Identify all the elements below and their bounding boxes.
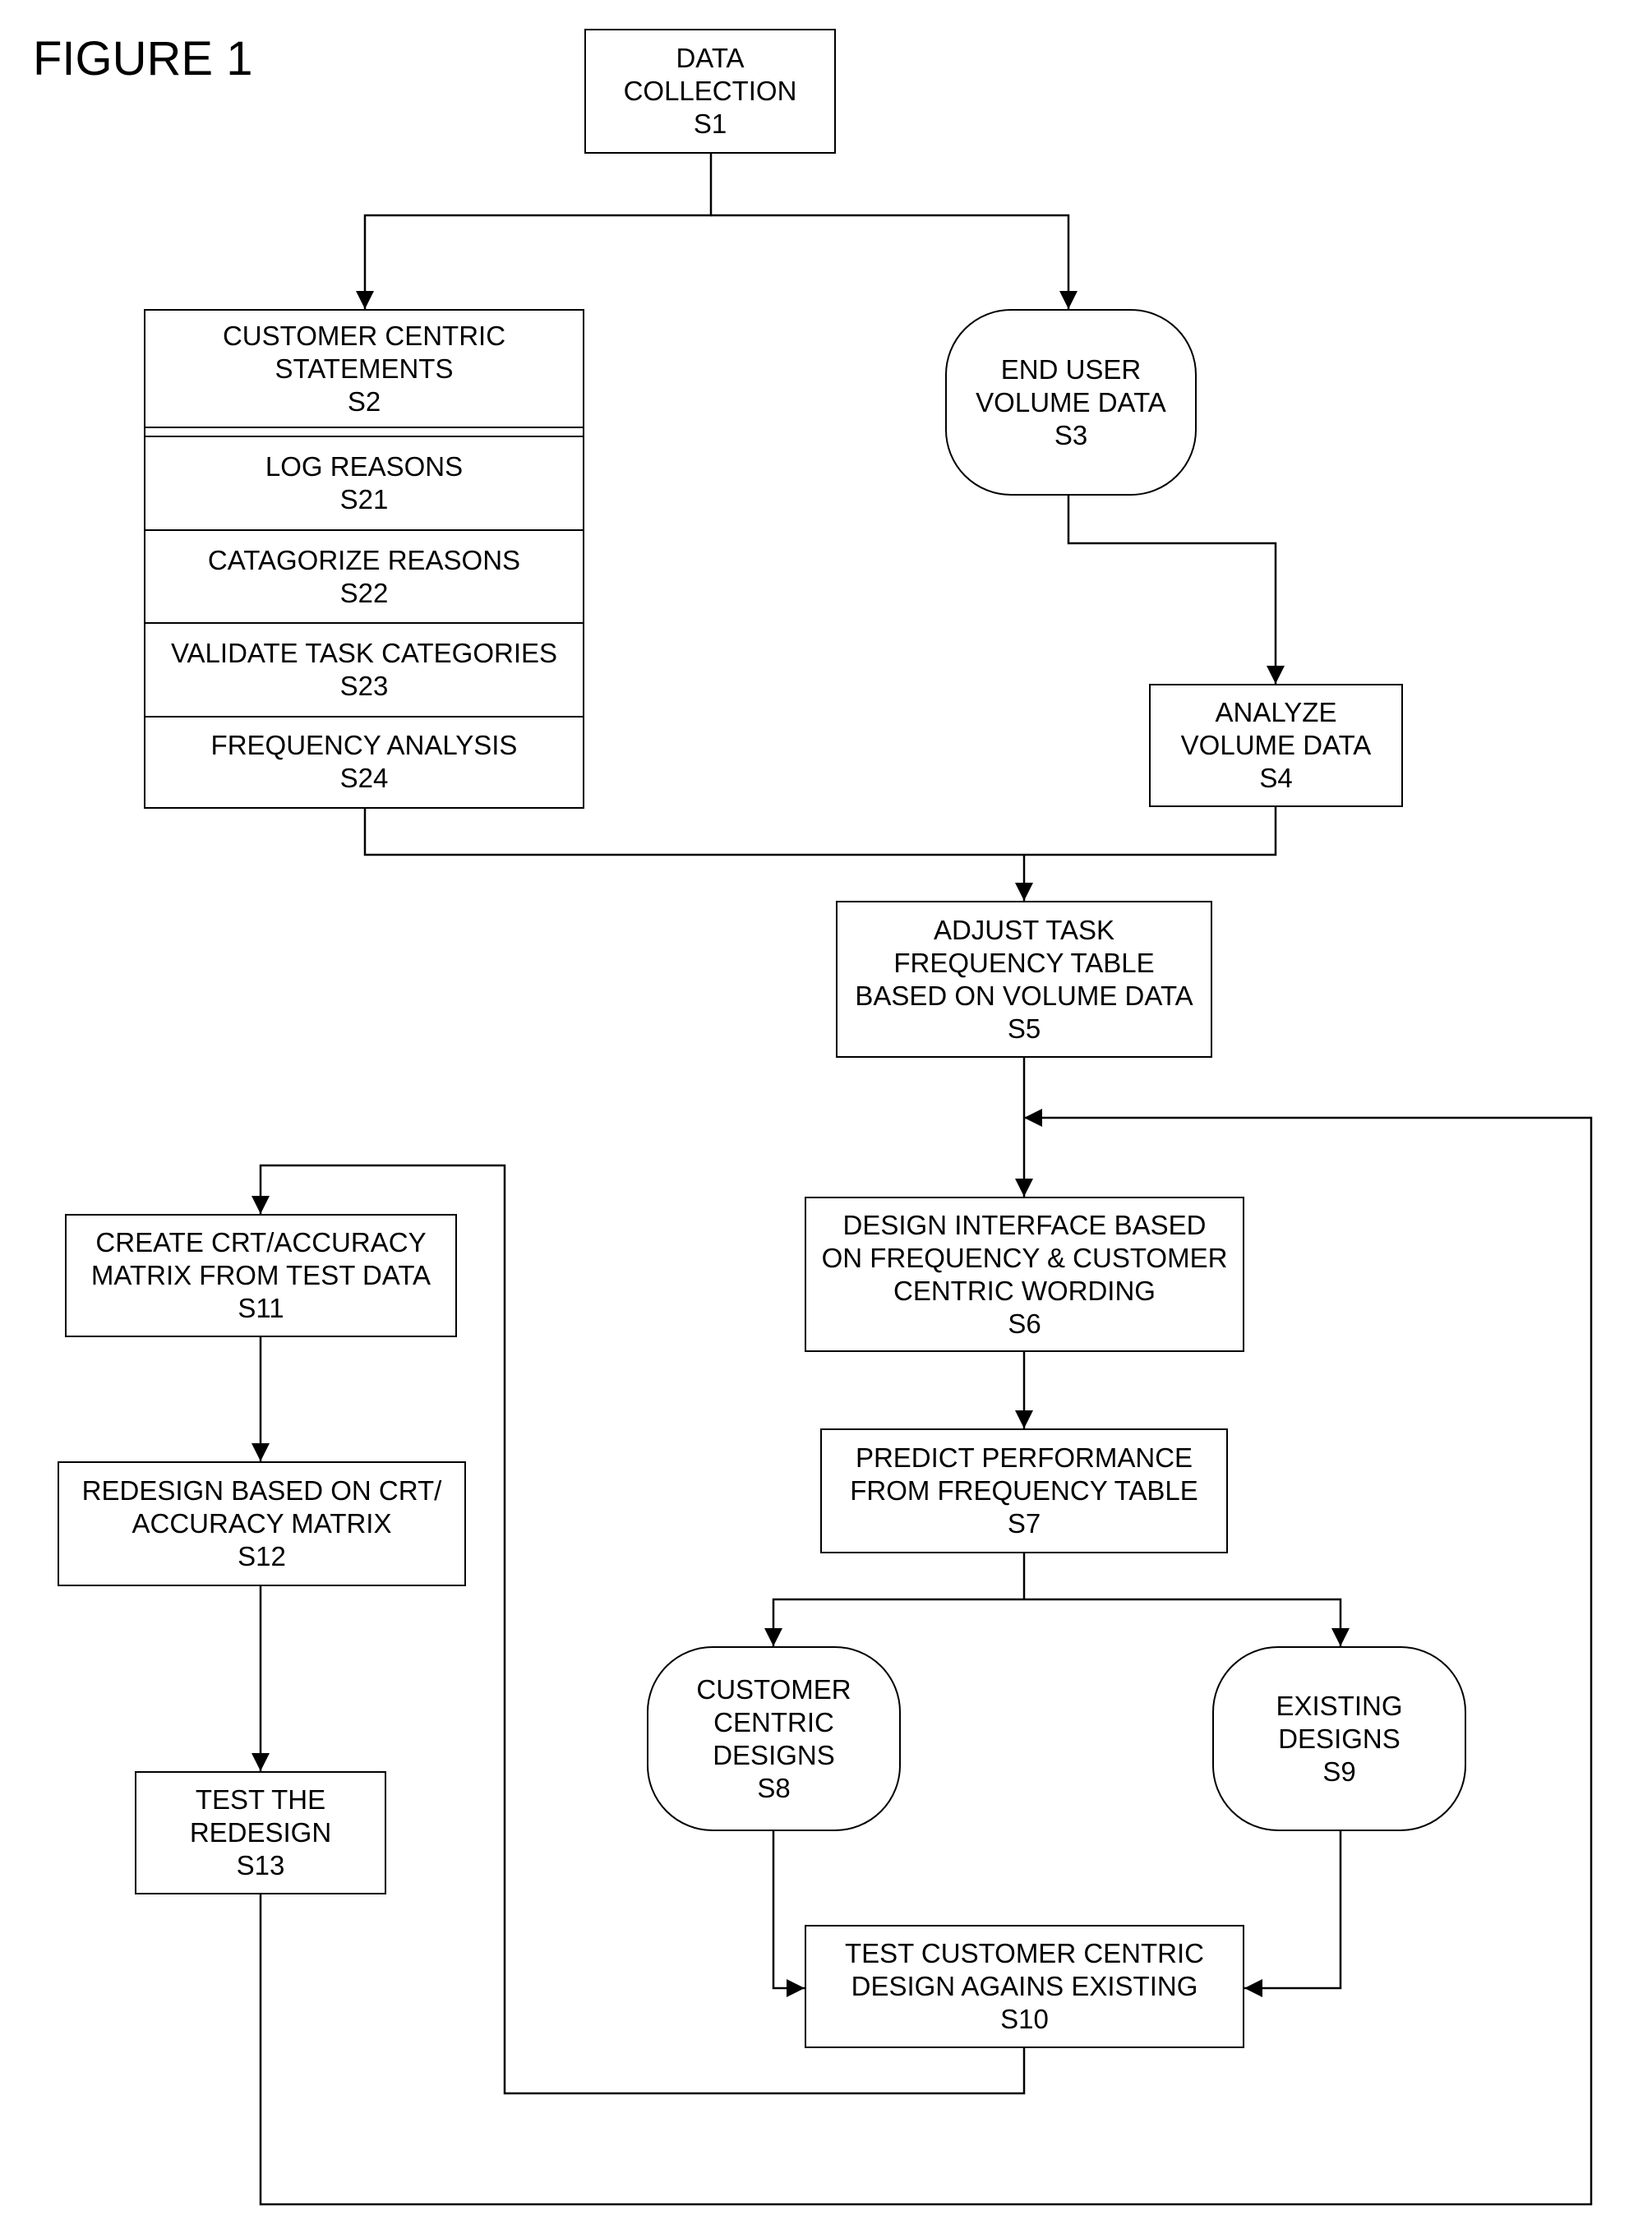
step-label: COLLECTION: [623, 76, 797, 106]
edge-s7-s8: [764, 1598, 1024, 1646]
step-id: S21: [339, 484, 389, 515]
step-label: DESIGNS: [1278, 1723, 1401, 1754]
step-s7-predict-performance: PREDICT PERFORMANCE FROM FREQUENCY TABLE…: [820, 1428, 1228, 1553]
step-label: PREDICT PERFORMANCE: [855, 1442, 1193, 1473]
step-id: S2: [347, 385, 381, 417]
step-s6-design-interface: DESIGN INTERFACE BASED ON FREQUENCY & CU…: [805, 1197, 1244, 1352]
step-label: CREATE CRT/ACCURACY: [95, 1227, 427, 1257]
step-label: FREQUENCY TABLE: [893, 947, 1155, 978]
step-id: S4: [1259, 763, 1293, 793]
step-s1-data-collection: DATA COLLECTION S1: [584, 29, 836, 154]
edge-s1-s3: [711, 214, 1077, 309]
step-id: S24: [339, 763, 389, 793]
step-id: S1: [693, 108, 727, 139]
step-label: ACCURACY MATRIX: [132, 1508, 392, 1539]
step-label: DESIGN AGAINS EXISTING: [851, 1971, 1198, 2001]
step-label: ANALYZE: [1215, 697, 1337, 727]
edge-s8-s10: [772, 1831, 805, 1997]
step-label: TEST THE: [195, 1784, 326, 1815]
step-label: CUSTOMER: [696, 1673, 851, 1705]
step-s12-redesign-based-on-matrix: REDESIGN BASED ON CRT/ ACCURACY MATRIX S…: [58, 1461, 466, 1586]
step-id: S22: [339, 577, 389, 608]
step-s13-test-the-redesign: TEST THE REDESIGN S13: [135, 1771, 386, 1894]
substep-s21-log-reasons: LOG REASONS S21: [145, 436, 583, 529]
step-id: S7: [1007, 1508, 1041, 1539]
step-label: CATAGORIZE REASONS: [207, 544, 521, 575]
step-id: S10: [1000, 2004, 1049, 2034]
step-label: LOG REASONS: [265, 451, 464, 482]
step-label: TEST CUSTOMER CENTRIC: [845, 1938, 1204, 1968]
step-id: S23: [339, 671, 389, 701]
step-label: FREQUENCY ANALYSIS: [210, 730, 518, 760]
step-s10-test-customer-centric-design: TEST CUSTOMER CENTRIC DESIGN AGAINS EXIS…: [805, 1925, 1244, 2048]
step-label: DESIGNS: [713, 1739, 835, 1770]
step-id: S11: [238, 1293, 284, 1323]
edge-s1-s2: [356, 154, 713, 309]
step-s11-create-crt-accuracy-matrix: CREATE CRT/ACCURACY MATRIX FROM TEST DAT…: [65, 1214, 457, 1337]
step-id: S5: [1007, 1013, 1041, 1044]
step-label: BASED ON VOLUME DATA: [855, 980, 1193, 1011]
step-id: S8: [757, 1772, 791, 1803]
step-label: STATEMENTS: [275, 353, 454, 384]
step-label: DESIGN INTERFACE BASED: [842, 1209, 1207, 1240]
step-label: EXISTING: [1276, 1690, 1403, 1721]
step-s8-customer-centric-designs: CUSTOMER CENTRIC DESIGNS S8: [647, 1646, 901, 1831]
edge-s9-s10: [1244, 1831, 1342, 1997]
step-s3-end-user-volume-data: END USER VOLUME DATA S3: [945, 309, 1197, 496]
step-id: S3: [1054, 419, 1088, 450]
step-id: S12: [238, 1541, 286, 1571]
step-label: ON FREQUENCY & CUSTOMER: [821, 1242, 1228, 1273]
step-id: S9: [1322, 1756, 1356, 1787]
step-label: CENTRIC WORDING: [893, 1275, 1156, 1306]
substep-s22-catagorize-reasons: CATAGORIZE REASONS S22: [145, 529, 583, 622]
edge-s3-s4: [1067, 496, 1285, 684]
step-s5-adjust-task-frequency-table: ADJUST TASK FREQUENCY TABLE BASED ON VOL…: [836, 901, 1212, 1058]
step-id: S13: [236, 1850, 285, 1880]
step-label: END USER: [1000, 353, 1142, 385]
step-label: REDESIGN BASED ON CRT/: [81, 1475, 442, 1506]
step-label: FROM FREQUENCY TABLE: [850, 1475, 1198, 1506]
step-s9-existing-designs: EXISTING DESIGNS S9: [1212, 1646, 1466, 1831]
step-s2-header: CUSTOMER CENTRIC STATEMENTS S2: [145, 311, 583, 428]
step-label: MATRIX FROM TEST DATA: [90, 1260, 431, 1290]
step-label: ADJUST TASK: [933, 914, 1115, 945]
edge-s7-s9: [1024, 1598, 1350, 1646]
step-s2-customer-centric-statements: CUSTOMER CENTRIC STATEMENTS S2 LOG REASO…: [144, 309, 584, 809]
substep-s23-validate-task-categories: VALIDATE TASK CATEGORIES S23: [145, 622, 583, 716]
step-label: DATA: [676, 43, 745, 73]
step-id: S6: [1008, 1308, 1041, 1339]
step-label: VOLUME DATA: [1180, 730, 1372, 760]
substep-s24-frequency-analysis: FREQUENCY ANALYSIS S24: [145, 716, 583, 806]
step-label: VALIDATE TASK CATEGORIES: [170, 638, 558, 668]
step-label: CUSTOMER CENTRIC: [222, 320, 506, 351]
edge-s24-merge: [363, 807, 1277, 856]
step-label: VOLUME DATA: [976, 386, 1166, 418]
step-s4-analyze-volume-data: ANALYZE VOLUME DATA S4: [1149, 684, 1403, 807]
step-label: REDESIGN: [189, 1817, 332, 1848]
step-label: CENTRIC: [713, 1706, 834, 1737]
